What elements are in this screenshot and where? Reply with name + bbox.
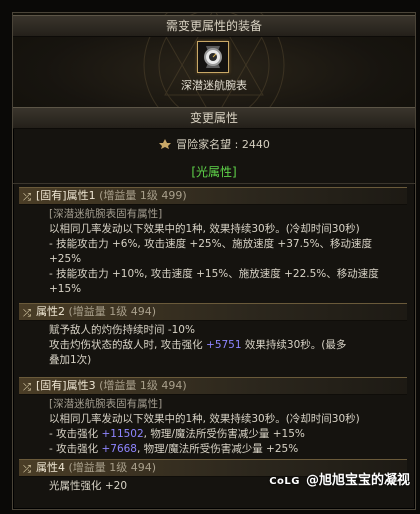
attribute-4-level: (增益量 1级 494) (68, 461, 157, 474)
attribute-line: 以相同几率发动以下效果中的1种, 效果持续30秒。(冷却时间30秒) (49, 223, 360, 235)
attribute-section-2: ⤮ 属性2 (增益量 1级 494) 赋予敌人的灼伤持续时间 -10% 攻击灼伤状… (19, 303, 407, 368)
attribute-line: 赋予敌人的灼伤持续时间 -10% (49, 324, 195, 336)
value-highlight: +5751 (206, 339, 242, 351)
watermark-text: @旭旭宝宝的凝视 (305, 473, 410, 488)
attribute-1-title: [固有]属性1 (36, 189, 96, 202)
attribute-line: - 攻击强化 +7668, 物理/魔法所受伤害减少量 +25% (49, 443, 299, 455)
value-highlight: +7668 (101, 443, 137, 455)
attribute-line: [深潜迷航腕表固有属性] (49, 398, 163, 410)
attribute-line: 叠加1次) (49, 354, 92, 366)
attribute-2-header[interactable]: ⤮ 属性2 (增益量 1级 494) (19, 303, 407, 321)
attribute-2-level: (增益量 1级 494) (68, 305, 157, 318)
equipment-panel: 需变更属性的装备 深潜迷航腕表 变更属性 冒险家名望 : 2440 [光属性] … (12, 12, 416, 510)
light-attribute-tab[interactable]: [光属性] (13, 161, 415, 184)
attribute-line: +15% (49, 283, 82, 295)
renown-text: 冒险家名望 : 2440 (176, 138, 270, 151)
adventurer-renown: 冒险家名望 : 2440 (13, 136, 415, 152)
shuffle-icon: ⤮ (23, 308, 31, 319)
attribute-line: +25% (49, 253, 82, 265)
attribute-line: - 技能攻击力 +10%, 攻击速度 +15%、施放速度 +22.5%、移动速度 (49, 268, 379, 280)
required-equipment-header: 需变更属性的装备 (13, 15, 415, 37)
attribute-1-body: [深潜迷航腕表固有属性] 以相同几率发动以下效果中的1种, 效果持续30秒。(冷… (19, 205, 407, 297)
watermark-brand: CoLG (269, 476, 300, 487)
attribute-2-body: 赋予敌人的灼伤持续时间 -10% 攻击灼伤状态的敌人时, 攻击强化 +5751 … (19, 321, 407, 368)
renown-icon (159, 139, 172, 149)
attribute-3-title: [固有]属性3 (36, 379, 96, 392)
change-attribute-header: 变更属性 (13, 107, 415, 129)
attribute-line: [深潜迷航腕表固有属性] (49, 208, 163, 220)
attribute-4-title: 属性4 (36, 461, 65, 474)
attribute-line: 以相同几率发动以下效果中的1种, 效果持续30秒。(冷却时间30秒) (49, 413, 360, 425)
attribute-3-level: (增益量 1级 494) (99, 379, 187, 392)
item-name: 深潜迷航腕表 (181, 79, 247, 92)
attribute-line: 攻击灼伤状态的敌人时, 攻击强化 +5751 效果持续30秒。(最多 (49, 339, 347, 351)
attribute-3-header[interactable]: ⤮ [固有]属性3 (增益量 1级 494) (19, 377, 407, 395)
attribute-1-header[interactable]: ⤮ [固有]属性1 (增益量 1级 499) (19, 187, 407, 205)
attribute-line: - 技能攻击力 +6%, 攻击速度 +25%、施放速度 +37.5%、移动速度 (49, 238, 373, 250)
value-highlight: +11502 (101, 428, 144, 440)
shuffle-icon: ⤮ (23, 192, 31, 203)
shuffle-icon: ⤮ (23, 464, 31, 475)
attribute-section-3: ⤮ [固有]属性3 (增益量 1级 494) [深潜迷航腕表固有属性] 以相同几率… (19, 377, 407, 457)
attribute-section-1: ⤮ [固有]属性1 (增益量 1级 499) [深潜迷航腕表固有属性] 以相同几率… (19, 187, 407, 297)
attribute-1-level: (增益量 1级 499) (99, 189, 187, 202)
watermark: CoLG @旭旭宝宝的凝视 (269, 469, 410, 488)
watch-icon[interactable] (197, 41, 229, 73)
attribute-line: - 攻击强化 +11502, 物理/魔法所受伤害减少量 +15% (49, 428, 305, 440)
attribute-2-title: 属性2 (36, 305, 65, 318)
attribute-3-body: [深潜迷航腕表固有属性] 以相同几率发动以下效果中的1种, 效果持续30秒。(冷… (19, 395, 407, 457)
shuffle-icon: ⤮ (23, 382, 31, 393)
